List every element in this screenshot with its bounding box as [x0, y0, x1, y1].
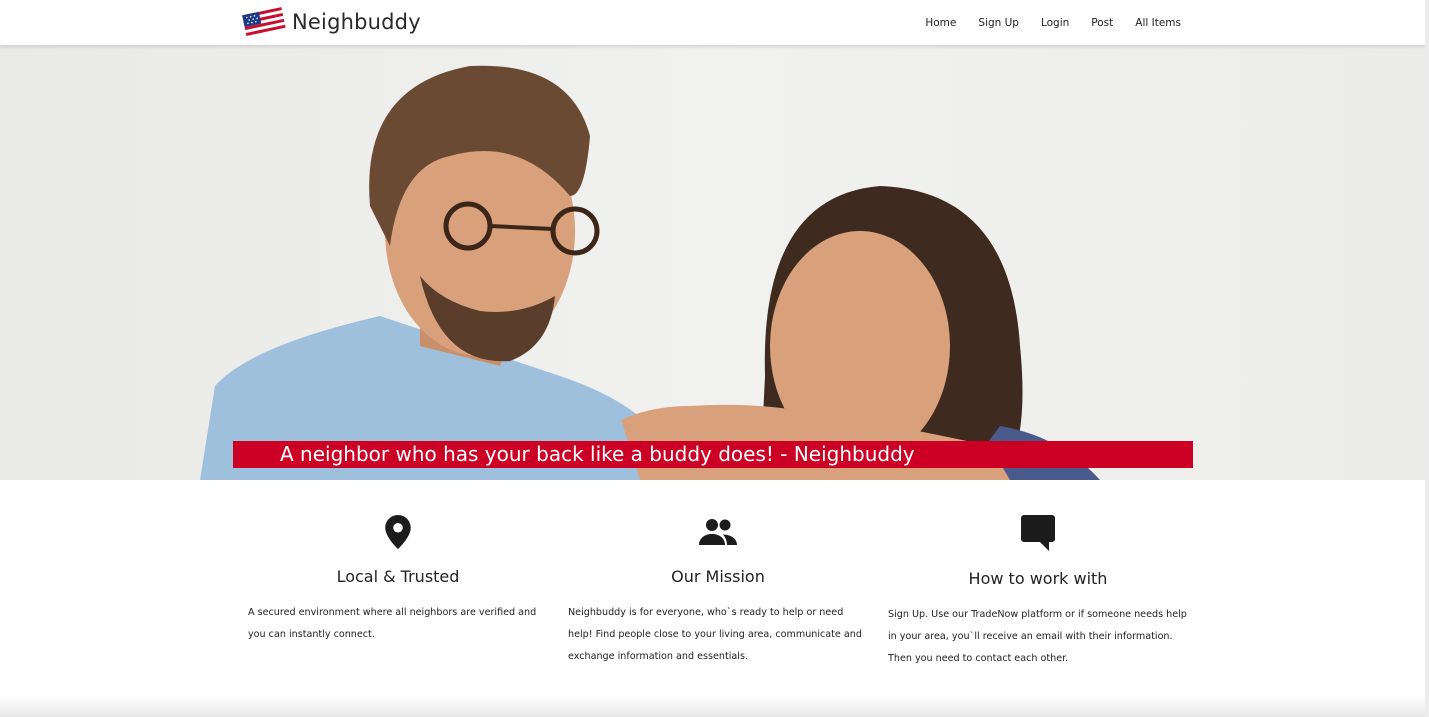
page: Neighbuddy Home Sign Up Login Post All I… [0, 0, 1425, 717]
feature-title: Local & Trusted [336, 567, 460, 586]
hero-tagline: A neighbor who has your back like a budd… [280, 442, 915, 466]
feature-how-to-work-with: How to work with Sign Up. Use our TradeN… [888, 515, 1188, 670]
us-flag-icon [242, 7, 286, 37]
feature-title: Our Mission [671, 567, 765, 586]
bottom-shadow [0, 695, 1425, 717]
nav-menu: Home Sign Up Login Post All Items [903, 0, 1181, 46]
feature-description: Sign Up. Use our TradeNow platform or if… [888, 609, 1187, 664]
location-pin-icon [385, 515, 411, 549]
window-edge [1425, 0, 1429, 717]
nav-link-login[interactable]: Login [1041, 17, 1069, 29]
feature-description: A secured environment where all neighbor… [248, 607, 537, 640]
nav-link-home[interactable]: Home [925, 17, 956, 29]
nav-link-all-items[interactable]: All Items [1135, 17, 1181, 29]
hero-photo [0, 46, 1425, 480]
feature-our-mission: Our Mission Neighbuddy is for everyone, … [568, 515, 868, 668]
brand-name: Neighbuddy [292, 10, 421, 34]
hero-tagline-banner: A neighbor who has your back like a budd… [233, 441, 1193, 468]
feature-title: How to work with [968, 569, 1108, 588]
hero-banner: A neighbor who has your back like a budd… [0, 46, 1425, 480]
top-navbar: Neighbuddy Home Sign Up Login Post All I… [0, 0, 1425, 46]
feature-local-trusted: Local & Trusted A secured environment wh… [248, 515, 548, 646]
nav-link-sign-up[interactable]: Sign Up [978, 17, 1019, 29]
feature-description: Neighbuddy is for everyone, who`s ready … [568, 607, 862, 662]
nav-link-post[interactable]: Post [1091, 17, 1113, 29]
people-icon [699, 519, 737, 545]
brand-logo-link[interactable]: Neighbuddy [240, 2, 421, 42]
chat-bubble-icon [1021, 515, 1055, 551]
